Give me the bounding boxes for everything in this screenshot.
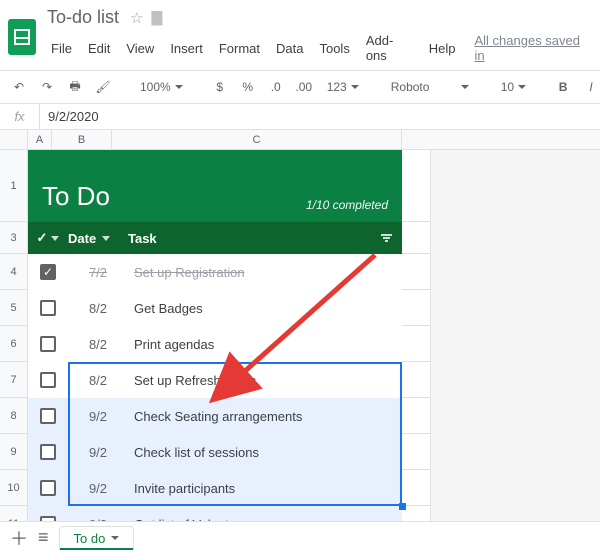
table-header: ✓ Date Task xyxy=(28,222,402,254)
font-dropdown[interactable]: Roboto xyxy=(385,80,475,94)
hero-subtitle: 1/10 completed xyxy=(306,198,388,212)
move-folder-icon[interactable]: ▇ xyxy=(151,9,162,26)
fx-label: fx xyxy=(0,104,40,129)
cell-task[interactable]: Set up Refreshments xyxy=(128,373,402,388)
row-header[interactable]: 4 xyxy=(0,254,28,289)
row-header[interactable]: 8 xyxy=(0,398,28,433)
checkbox[interactable] xyxy=(40,480,56,496)
formula-input[interactable] xyxy=(40,104,600,129)
hero-banner: To Do 1/10 completed xyxy=(28,150,402,222)
undo-button[interactable]: ↶ xyxy=(8,75,30,99)
bold-button[interactable]: B xyxy=(552,75,574,99)
row-header[interactable]: 1 xyxy=(0,150,28,221)
chevron-down-icon xyxy=(461,85,469,89)
cell-date[interactable]: 9/2 xyxy=(68,409,128,424)
empty-grid-area[interactable] xyxy=(430,150,600,543)
menu-addons[interactable]: Add-ons xyxy=(359,30,420,66)
number-format-dropdown[interactable]: 123 xyxy=(321,80,365,94)
save-status[interactable]: All changes saved in xyxy=(474,33,590,63)
table-row[interactable]: 8/2Print agendas xyxy=(28,326,402,362)
checkbox[interactable] xyxy=(40,336,56,352)
italic-button[interactable]: I xyxy=(580,75,600,99)
row-header[interactable]: 5 xyxy=(0,290,28,325)
zoom-dropdown[interactable]: 100% xyxy=(134,80,189,94)
table-row[interactable]: 9/2Invite participants xyxy=(28,470,402,506)
cell-date[interactable]: 7/2 xyxy=(68,265,128,280)
chevron-down-icon xyxy=(518,85,526,89)
cell-date[interactable]: 8/2 xyxy=(68,373,128,388)
col-header-c[interactable]: C xyxy=(112,130,402,149)
row-header[interactable]: 10 xyxy=(0,470,28,505)
menu-edit[interactable]: Edit xyxy=(81,38,117,59)
cell-date[interactable]: 9/2 xyxy=(68,481,128,496)
checkbox[interactable] xyxy=(40,264,56,280)
percent-button[interactable]: % xyxy=(237,75,259,99)
sheet-tab[interactable]: To do xyxy=(59,526,135,550)
row-header[interactable]: 6 xyxy=(0,326,28,361)
chevron-down-icon xyxy=(351,85,359,89)
redo-button[interactable]: ↷ xyxy=(36,75,58,99)
menu-file[interactable]: File xyxy=(44,38,79,59)
font-size-dropdown[interactable]: 10 xyxy=(495,80,532,94)
checkbox[interactable] xyxy=(40,444,56,460)
cell-date[interactable]: 9/2 xyxy=(68,445,128,460)
cell-task[interactable]: Invite participants xyxy=(128,481,402,496)
cell-date[interactable]: 8/2 xyxy=(68,301,128,316)
currency-button[interactable]: $ xyxy=(209,75,231,99)
col-task-label: Task xyxy=(128,231,157,246)
row-header[interactable]: 3 xyxy=(0,222,28,253)
cell-task[interactable]: Get Badges xyxy=(128,301,402,316)
sheet-tab-label: To do xyxy=(74,531,106,546)
menu-insert[interactable]: Insert xyxy=(163,38,210,59)
menu-view[interactable]: View xyxy=(119,38,161,59)
hero-title: To Do xyxy=(42,181,110,212)
toolbar: ↶ ↷ 🖶 🖌 100% $ % .0 .00 123 Roboto 10 B … xyxy=(0,70,600,104)
cell-task[interactable]: Check list of sessions xyxy=(128,445,402,460)
menu-bar: File Edit View Insert Format Data Tools … xyxy=(44,30,590,66)
col-header-a[interactable]: A xyxy=(28,130,52,149)
table-row[interactable]: 8/2Set up Refreshments xyxy=(28,362,402,398)
checkbox[interactable] xyxy=(40,372,56,388)
star-icon[interactable]: ☆ xyxy=(130,9,143,27)
menu-help[interactable]: Help xyxy=(422,38,463,59)
table-row[interactable]: 9/2Check Seating arrangements xyxy=(28,398,402,434)
cell-task[interactable]: Set up Registration xyxy=(128,265,402,280)
paint-format-button[interactable]: 🖌 xyxy=(92,75,114,99)
all-sheets-button[interactable]: ≡ xyxy=(38,527,49,548)
row-header[interactable]: 9 xyxy=(0,434,28,469)
chevron-down-icon xyxy=(111,536,119,540)
dec-less-button[interactable]: .0 xyxy=(265,75,287,99)
check-icon: ✓ xyxy=(37,230,48,246)
add-sheet-button[interactable]: ＋ xyxy=(10,525,28,551)
cell-task[interactable]: Print agendas xyxy=(128,337,402,352)
col-header-b[interactable]: B xyxy=(52,130,112,149)
chevron-down-icon xyxy=(175,85,183,89)
table-row[interactable]: 8/2Get Badges xyxy=(28,290,402,326)
menu-data[interactable]: Data xyxy=(269,38,310,59)
filter-caret-icon[interactable] xyxy=(51,236,59,241)
filter-icon[interactable] xyxy=(381,234,392,242)
table-row[interactable]: 9/2Check list of sessions xyxy=(28,434,402,470)
selection-handle[interactable] xyxy=(399,503,406,510)
filter-caret-icon[interactable] xyxy=(102,236,110,241)
cell-date[interactable]: 8/2 xyxy=(68,337,128,352)
zoom-value: 100% xyxy=(140,80,171,94)
doc-name[interactable]: To-do list xyxy=(44,6,122,29)
column-headers: A B C xyxy=(0,130,600,150)
menu-format[interactable]: Format xyxy=(212,38,267,59)
row-header[interactable]: 7 xyxy=(0,362,28,397)
cell-task[interactable]: Check Seating arrangements xyxy=(128,409,402,424)
sheets-app-icon[interactable] xyxy=(8,19,36,55)
checkbox[interactable] xyxy=(40,300,56,316)
select-all-corner[interactable] xyxy=(0,130,28,149)
sheet-tabs-bar: ＋ ≡ To do xyxy=(0,521,600,553)
checkbox[interactable] xyxy=(40,408,56,424)
print-button[interactable]: 🖶 xyxy=(64,75,86,99)
col-date-label: Date xyxy=(68,231,96,246)
menu-tools[interactable]: Tools xyxy=(312,38,356,59)
dec-more-button[interactable]: .00 xyxy=(293,75,315,99)
table-row[interactable]: 7/2Set up Registration xyxy=(28,254,402,290)
